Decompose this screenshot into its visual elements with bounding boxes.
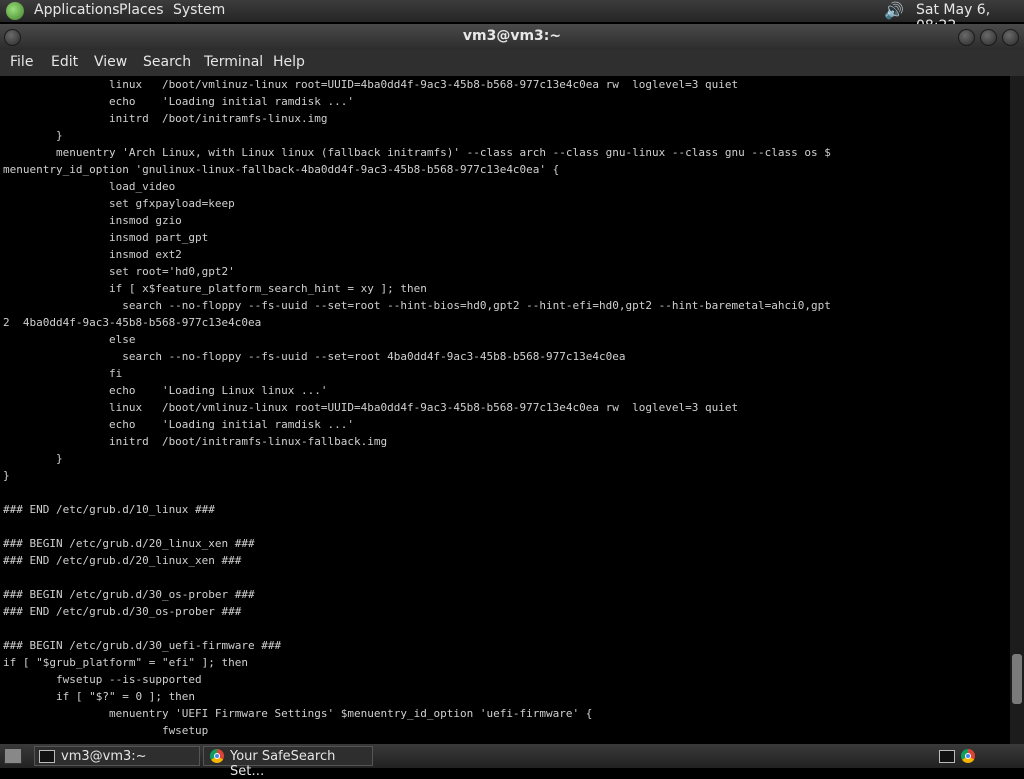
terminal-line: search --no-floppy --fs-uuid --set=root … bbox=[3, 350, 626, 363]
window-title: vm3@vm3:~ bbox=[462, 28, 562, 44]
chrome-icon bbox=[210, 749, 224, 763]
scrollbar-thumb[interactable] bbox=[1012, 654, 1022, 704]
menu-system[interactable]: System bbox=[173, 2, 225, 18]
terminal-line: } bbox=[3, 452, 63, 465]
menubar: File Edit View Search Terminal Help bbox=[0, 50, 1024, 76]
task-label: vm3@vm3:~ bbox=[61, 749, 147, 764]
bottom-panel: vm3@vm3:~ Your SafeSearch Set… bbox=[0, 744, 1024, 779]
terminal-line: echo 'Loading initial ramdisk ...' bbox=[3, 95, 354, 108]
top-panel: Applications Places System 🔊 Sat May 6, … bbox=[0, 0, 1024, 34]
terminal-line: fwsetup bbox=[3, 724, 209, 737]
close-button[interactable] bbox=[1002, 29, 1019, 46]
task-browser[interactable]: Your SafeSearch Set… bbox=[203, 746, 373, 779]
terminal-line: initrd /boot/initramfs-linux.img bbox=[3, 112, 328, 125]
terminal-line: ### BEGIN /etc/grub.d/20_linux_xen ### bbox=[3, 537, 255, 550]
terminal-line: linux /boot/vmlinuz-linux root=UUID=4ba0… bbox=[3, 401, 739, 414]
terminal-line: ### BEGIN /etc/grub.d/30_uefi-firmware #… bbox=[3, 639, 282, 652]
show-desktop-icon[interactable] bbox=[4, 748, 22, 764]
terminal-line: menuentry_id_option 'gnulinux-linux-fall… bbox=[3, 163, 560, 176]
terminal-line: menuentry 'Arch Linux, with Linux linux … bbox=[3, 146, 831, 159]
terminal-line: set root='hd0,gpt2' bbox=[3, 265, 235, 278]
terminal-line: ### END /etc/grub.d/10_linux ### bbox=[3, 503, 215, 516]
tray-terminal-icon[interactable] bbox=[937, 746, 957, 766]
terminal-line: insmod ext2 bbox=[3, 248, 182, 261]
terminal-line: search --no-floppy --fs-uuid --set=root … bbox=[3, 299, 831, 312]
menu-help[interactable]: Help bbox=[273, 54, 305, 70]
volume-icon[interactable]: 🔊 bbox=[884, 1, 904, 20]
terminal-icon bbox=[939, 750, 955, 763]
maximize-button[interactable] bbox=[980, 29, 997, 46]
menu-terminal[interactable]: Terminal bbox=[204, 54, 263, 70]
terminal-line: linux /boot/vmlinuz-linux root=UUID=4ba0… bbox=[3, 78, 739, 91]
terminal-line: insmod part_gpt bbox=[3, 231, 209, 244]
menu-edit[interactable]: Edit bbox=[51, 54, 78, 70]
distro-logo-icon[interactable] bbox=[6, 2, 24, 20]
terminal-line: ### BEGIN /etc/grub.d/30_os-prober ### bbox=[3, 588, 255, 601]
terminal-line: else bbox=[3, 333, 136, 346]
chrome-icon bbox=[961, 749, 975, 763]
task-label: Your SafeSearch Set… bbox=[230, 749, 336, 779]
menu-places[interactable]: Places bbox=[119, 2, 164, 18]
window-titlebar[interactable]: vm3@vm3:~ bbox=[0, 24, 1024, 50]
terminal-text: linux /boot/vmlinuz-linux root=UUID=4ba0… bbox=[0, 76, 1010, 739]
terminal-line: echo 'Loading Linux linux ...' bbox=[3, 384, 328, 397]
terminal-line: initrd /boot/initramfs-linux-fallback.im… bbox=[3, 435, 388, 448]
terminal-line: echo 'Loading initial ramdisk ...' bbox=[3, 418, 354, 431]
menu-applications[interactable]: Applications bbox=[34, 2, 120, 18]
terminal-line: if [ "$?" = 0 ]; then bbox=[3, 690, 196, 703]
terminal-line: if [ "$grub_platform" = "efi" ]; then bbox=[3, 656, 249, 669]
terminal-line: fwsetup --is-supported bbox=[3, 673, 202, 686]
terminal-line: fi bbox=[3, 367, 123, 380]
menu-search[interactable]: Search bbox=[143, 54, 191, 70]
minimize-button[interactable] bbox=[958, 29, 975, 46]
terminal-line: } bbox=[3, 129, 63, 142]
menu-view[interactable]: View bbox=[94, 54, 127, 70]
terminal-line: 2 4ba0dd4f-9ac3-45b8-b568-977c13e4c0ea bbox=[3, 316, 262, 329]
terminal-line: ### END /etc/grub.d/20_linux_xen ### bbox=[3, 554, 242, 567]
terminal-scrollbar[interactable] bbox=[1010, 76, 1024, 744]
terminal-output[interactable]: linux /boot/vmlinuz-linux root=UUID=4ba0… bbox=[0, 76, 1010, 744]
terminal-line: if [ x$feature_platform_search_hint = xy… bbox=[3, 282, 427, 295]
terminal-line: set gfxpayload=keep bbox=[3, 197, 235, 210]
terminal-line: load_video bbox=[3, 180, 176, 193]
menu-file[interactable]: File bbox=[10, 54, 33, 70]
terminal-line: ### END /etc/grub.d/30_os-prober ### bbox=[3, 605, 242, 618]
terminal-icon bbox=[39, 750, 55, 763]
tray-chrome-icon[interactable] bbox=[958, 746, 980, 766]
terminal-line: menuentry 'UEFI Firmware Settings' $menu… bbox=[3, 707, 593, 720]
task-terminal[interactable]: vm3@vm3:~ bbox=[34, 746, 200, 766]
terminal-line: insmod gzio bbox=[3, 214, 182, 227]
terminal-line: } bbox=[3, 469, 10, 482]
